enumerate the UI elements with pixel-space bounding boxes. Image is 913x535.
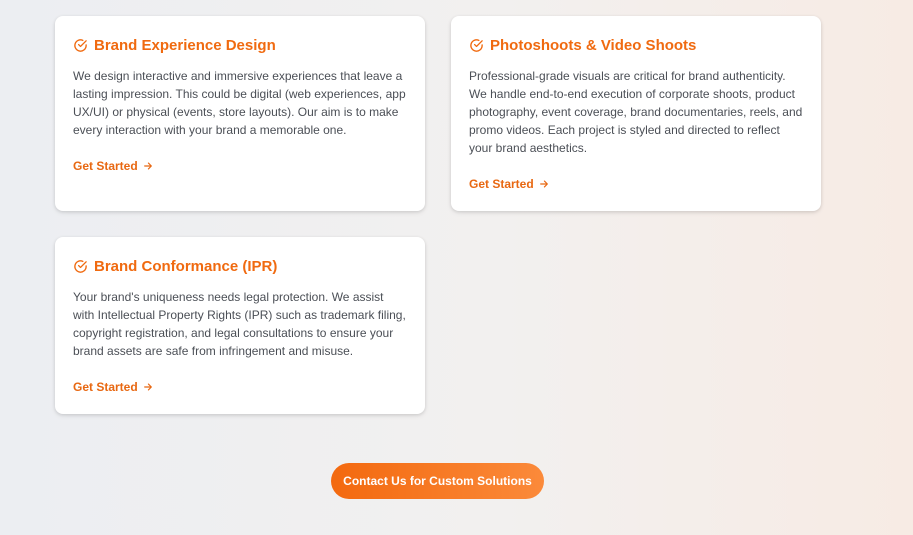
get-started-link[interactable]: Get Started — [73, 159, 153, 173]
arrow-right-icon — [143, 383, 152, 391]
arrow-right-icon — [143, 162, 152, 170]
card-title-text: Photoshoots & Video Shoots — [490, 36, 697, 54]
arrow-right-icon — [539, 180, 548, 188]
card-title: Photoshoots & Video Shoots — [469, 36, 803, 54]
check-circle-icon — [74, 259, 87, 273]
card-description: We design interactive and immersive expe… — [73, 69, 406, 137]
service-card-photoshoots: Photoshoots & Video Shoots Professional-… — [451, 16, 821, 211]
contact-us-button[interactable]: Contact Us for Custom Solutions — [331, 463, 544, 499]
card-title-text: Brand Conformance (IPR) — [94, 257, 278, 275]
get-started-label: Get Started — [469, 177, 534, 191]
service-card-brand-conformance: Brand Conformance (IPR) Your brand's uni… — [55, 237, 425, 414]
card-title: Brand Conformance (IPR) — [73, 257, 407, 275]
get-started-label: Get Started — [73, 159, 138, 173]
card-description: Professional-grade visuals are critical … — [469, 69, 803, 155]
service-card-brand-experience: Brand Experience Design We design intera… — [55, 16, 425, 211]
check-circle-icon — [74, 38, 87, 52]
get-started-link[interactable]: Get Started — [469, 177, 549, 191]
card-title-text: Brand Experience Design — [94, 36, 276, 54]
check-circle-icon — [470, 38, 483, 52]
get-started-link[interactable]: Get Started — [73, 380, 153, 394]
card-title: Brand Experience Design — [73, 36, 407, 54]
card-description: Your brand's uniqueness needs legal prot… — [73, 290, 406, 358]
get-started-label: Get Started — [73, 380, 138, 394]
